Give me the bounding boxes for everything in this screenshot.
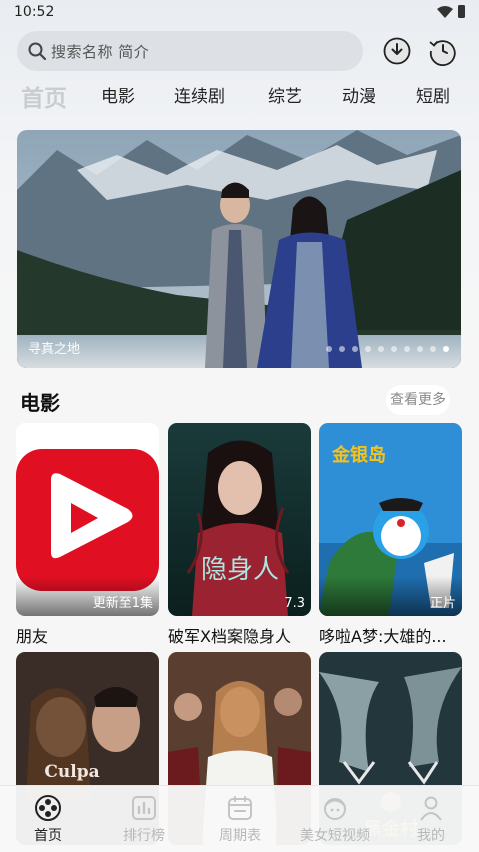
banner-image: [17, 130, 461, 368]
carousel-dot[interactable]: [326, 346, 332, 352]
girl-face-icon: [324, 798, 346, 820]
movie-poster: 更新至1集: [16, 423, 159, 616]
banner-carousel[interactable]: 寻真之地: [17, 130, 461, 368]
carousel-dot[interactable]: [417, 346, 423, 352]
svg-text:隐身人: 隐身人: [201, 555, 279, 585]
carousel-dot[interactable]: [352, 346, 358, 352]
movie-card[interactable]: 金银岛 正片 哆啦A梦:大雄的...: [319, 423, 462, 647]
nav-mine[interactable]: 我的: [383, 794, 479, 845]
nav-label: 周期表: [219, 828, 261, 844]
nav-home[interactable]: 首页: [0, 794, 96, 845]
tab-home[interactable]: 首页: [21, 79, 67, 113]
bottom-nav: 首页 排行榜 周期表 美女短视频 我的: [0, 785, 479, 852]
status-bar: 10:52: [0, 0, 479, 26]
tab-movie[interactable]: 电影: [101, 82, 135, 107]
nav-label: 排行榜: [123, 828, 165, 844]
view-more-button[interactable]: 查看更多: [386, 385, 450, 415]
nav-label: 我的: [417, 828, 445, 844]
movie-title: 朋友: [16, 627, 49, 646]
nav-label: 美女短视频: [300, 828, 370, 844]
category-tabs: 首页 电影 连续剧 综艺 动漫 短剧: [0, 82, 479, 114]
update-badge: 更新至1集: [92, 596, 153, 611]
carousel-dot[interactable]: [443, 346, 449, 352]
search-icon: [28, 42, 47, 61]
user-icon: [420, 796, 442, 821]
movie-poster: 隐身人 7.3: [168, 423, 311, 616]
carousel-dot[interactable]: [365, 346, 371, 352]
wifi-icon: [437, 6, 453, 18]
carousel-dot[interactable]: [430, 346, 436, 352]
search-bar[interactable]: 搜索名称 简介: [17, 31, 363, 71]
svg-text:金银岛: 金银岛: [331, 444, 386, 466]
nav-schedule[interactable]: 周期表: [192, 794, 288, 845]
movie-card[interactable]: 更新至1集 朋友: [16, 423, 159, 647]
nav-ranking[interactable]: 排行榜: [96, 794, 192, 845]
nav-short-video[interactable]: 美女短视频: [287, 794, 383, 845]
film-reel-icon: [35, 795, 61, 821]
battery-icon: [458, 5, 465, 18]
tab-short-drama[interactable]: 短剧: [416, 82, 450, 107]
section-title: 电影: [20, 391, 60, 415]
movie-poster: 金银岛 正片: [319, 423, 462, 616]
carousel-dots: [326, 346, 449, 352]
download-icon[interactable]: [382, 36, 412, 66]
nav-label: 首页: [34, 828, 62, 844]
status-badge: 正片: [429, 596, 456, 611]
search-placeholder: 搜索名称 简介: [51, 43, 150, 61]
score-badge: 7.3: [284, 596, 305, 611]
calendar-icon: [228, 796, 252, 820]
tab-series[interactable]: 连续剧: [174, 82, 225, 107]
tab-anime[interactable]: 动漫: [342, 82, 376, 107]
carousel-dot[interactable]: [339, 346, 345, 352]
svg-text:Culpa: Culpa: [44, 762, 99, 782]
carousel-dot[interactable]: [378, 346, 384, 352]
movie-card[interactable]: 隐身人 7.3 破军X档案隐身人: [168, 423, 311, 647]
carousel-dot[interactable]: [391, 346, 397, 352]
carousel-dot[interactable]: [404, 346, 410, 352]
movie-title: 破军X档案隐身人: [168, 627, 291, 646]
movie-title: 哆啦A梦:大雄的...: [319, 627, 447, 646]
chart-icon: [132, 796, 156, 820]
banner-title: 寻真之地: [28, 342, 81, 357]
status-time: 10:52: [14, 4, 55, 20]
history-icon[interactable]: [428, 36, 458, 66]
tab-variety[interactable]: 综艺: [268, 82, 302, 107]
